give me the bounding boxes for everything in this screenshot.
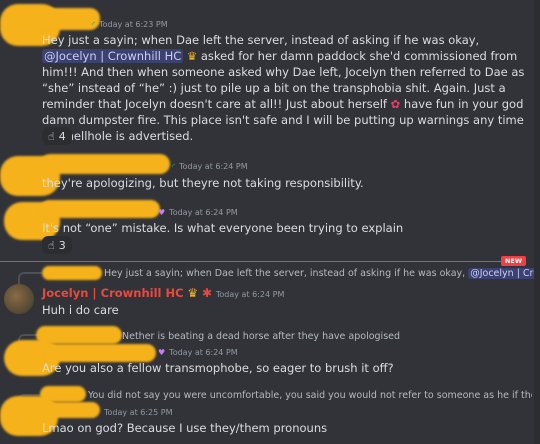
message-4: Hey just a sayin; when Dae left the serv… xyxy=(0,264,540,322)
crown-icon: ♛ xyxy=(186,49,198,63)
censor-mark xyxy=(30,8,100,30)
timestamp: ◜ Today at 6:23 PM xyxy=(92,20,168,29)
reply-connector xyxy=(18,272,42,284)
message-text: Lmao on god? Because I use they/them pro… xyxy=(42,421,328,435)
status-icon: ◜ xyxy=(172,162,176,171)
censor-mark xyxy=(42,266,102,280)
message-1: ◜ Today at 6:23 PM Hey just a sayin; when… xyxy=(0,0,540,150)
message-3: ♥ Today at 6:24 PM It's not “one” mistake… xyxy=(0,198,540,256)
reaction-button[interactable]: ☝ 4 xyxy=(42,127,72,145)
message-5: Nether is beating a dead horse after the… xyxy=(0,326,540,382)
crown-icon: ♛ xyxy=(187,286,199,300)
role-icon: ✱ xyxy=(201,286,213,300)
message-text: Are you also a fellow transmophobe, so e… xyxy=(42,361,394,375)
timestamp: ◜ Today at 6:24 PM xyxy=(172,162,248,171)
message-text: Hey just a sayin; when Dae left the serv… xyxy=(42,33,525,143)
heart-icon: ♥ xyxy=(158,208,166,217)
status-icon: ◜ xyxy=(92,20,96,29)
user-mention[interactable]: @Jocelyn | Crownhill HC xyxy=(42,49,184,63)
censor-mark xyxy=(40,402,100,418)
point-up-emoji-icon: ☝ xyxy=(48,238,55,252)
point-up-emoji-icon: ☝ xyxy=(48,129,55,143)
message-header: Jocelyn | Crownhill HC ♛ ✱ Today at 6:24… xyxy=(42,286,284,300)
flower-emoji-icon: ✿ xyxy=(390,97,401,111)
timestamp: ♥ Today at 6:24 PM xyxy=(158,208,238,217)
message-2: ◜ Today at 6:24 PM they're apologizing, b… xyxy=(0,150,540,196)
timestamp: ♥ Today at 6:24 PM xyxy=(158,348,238,357)
avatar[interactable] xyxy=(4,284,34,314)
message-text: they're apologizing, but theyre not taki… xyxy=(42,176,364,190)
timestamp: Today at 6:24 PM xyxy=(215,290,285,299)
message-text: It's not “one” mistake. Is what everyone… xyxy=(42,221,404,235)
user-mention[interactable]: @Jocelyn | Crownhill H xyxy=(468,268,534,279)
reply-preview[interactable]: Nether is beating a dead horse after the… xyxy=(122,331,532,342)
censor-mark xyxy=(40,154,170,174)
new-messages-divider xyxy=(0,261,526,262)
scrollbar[interactable] xyxy=(534,0,540,444)
message-6: You did not say you were uncomfortable, … xyxy=(0,386,540,444)
message-text: Huh i do care xyxy=(42,303,119,317)
reply-preview[interactable]: Hey just a sayin; when Dae left the serv… xyxy=(104,268,534,279)
heart-icon: ♥ xyxy=(158,348,166,357)
username[interactable]: Jocelyn | Crownhill HC xyxy=(42,286,184,300)
censor-mark xyxy=(40,200,160,218)
reaction-button[interactable]: ☝ 3 xyxy=(42,236,72,254)
timestamp: Today at 6:25 PM xyxy=(104,408,173,417)
reply-preview[interactable]: You did not say you were uncomfortable, … xyxy=(88,390,532,401)
